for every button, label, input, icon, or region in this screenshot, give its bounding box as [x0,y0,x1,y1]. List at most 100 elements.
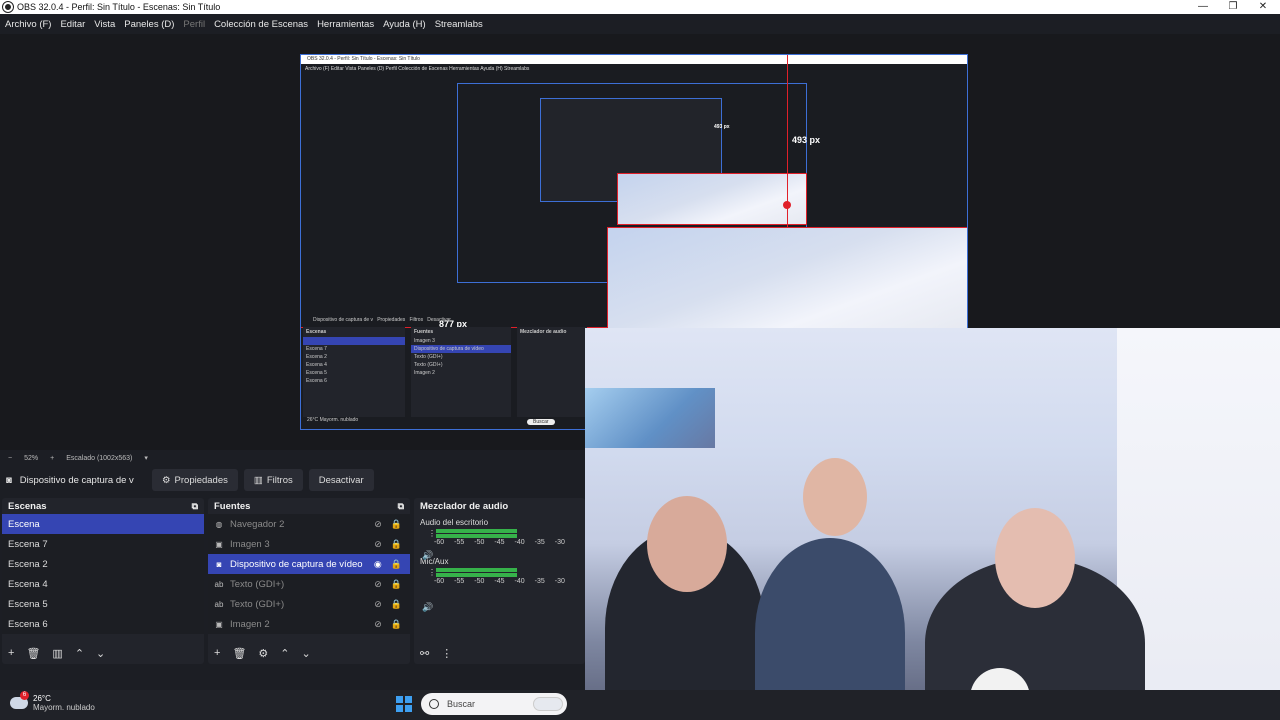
menu-ayuda[interactable]: Ayuda (H) [383,19,426,30]
eye-hidden-icon[interactable]: ⊘ [374,519,382,530]
scene-item[interactable]: Escena 4 [2,574,204,594]
notification-badge: 6 [20,691,29,700]
mixer-channel-name: Mic/Aux [420,557,449,566]
source-item[interactable]: ◙ Dispositivo de captura de vídeo ◉ 🔒 [208,554,410,574]
maximize-button[interactable]: ❐ [1218,0,1248,14]
lock-icon[interactable]: 🔒 [391,599,402,610]
eye-hidden-icon[interactable]: ⊘ [374,539,382,550]
scene-item[interactable]: Escena 2 [2,554,204,574]
filters-button[interactable]: ▥ Filtros [243,469,303,491]
move-up-icon[interactable]: ⌃ [280,647,289,660]
camera-icon: ◙ [6,474,12,486]
speaker-icon[interactable]: 🔊 [422,602,433,613]
source-item[interactable]: ab Texto (GDI+) ⊘ 🔒 [208,574,410,594]
menu-archivo[interactable]: Archivo (F) [5,19,51,30]
scene-item[interactable]: Escena 7 [2,534,204,554]
gear-icon[interactable]: ⚙ [258,647,268,660]
properties-button[interactable]: ⚙ Propiedades [152,469,238,491]
filter-icon: ▥ [253,474,263,486]
meter-ticks: -60 -55 -50 -45 -40 -35 -30 [434,578,565,585]
level-bar [436,568,517,572]
more-options-icon[interactable]: ⋮ [428,568,436,577]
level-bar [436,573,517,577]
shelf-image [585,388,715,448]
source-item[interactable]: ▣ Imagen 3 ⊘ 🔒 [208,534,410,554]
menu-perfil[interactable]: Perfil [183,19,205,30]
menu-herramientas[interactable]: Herramientas [317,19,374,30]
menu-vista[interactable]: Vista [94,19,115,30]
move-down-icon[interactable]: ⌄ [302,647,311,660]
filter-icon[interactable]: ▥ [52,647,62,660]
scenes-title: Escenas [8,500,47,512]
weather-desc: Mayorm. nublado [33,703,95,712]
webcam-source-bbox[interactable] [607,227,967,331]
image-icon: ▣ [215,539,223,549]
zoom-in-button[interactable]: + [50,455,54,462]
move-down-icon[interactable]: ⌄ [96,647,105,660]
lock-icon[interactable]: 🔒 [391,559,402,570]
volume-meter-mic: ⋮ -60 -55 -50 -45 -40 -35 -30 [428,566,585,592]
window-titlebar: OBS 32.0.4 - Perfil: Sin Título - Escena… [0,0,1280,14]
audio-mixer-dock: Mezclador de audio Audio del escritorio … [414,498,585,664]
vertical-measure-label: 493 px [792,135,821,145]
obs-logo-icon [2,1,14,13]
source-item[interactable]: ab Texto (GDI+) ⊘ 🔒 [208,594,410,614]
embedded-menubar: Archivo (F) Editar Vista Paneles (D) Per… [305,66,530,72]
eye-hidden-icon[interactable]: ⊘ [374,599,382,610]
scene-item[interactable]: Escena 6 [2,614,204,634]
window-title: OBS 32.0.4 - Perfil: Sin Título - Escena… [17,2,221,12]
eye-icon[interactable]: ◉ [374,559,382,570]
mixer-channel-name: Audio del escritorio [420,518,489,527]
taskbar-search[interactable]: Buscar [421,693,567,715]
camera-icon: ◙ [216,559,222,569]
add-source-button[interactable]: + [214,647,220,659]
nested-webcam-shot [617,173,807,225]
embedded-titlebar: OBS 32.0.4 - Perfil: Sin Título - Escena… [301,55,967,64]
lock-icon[interactable]: 🔒 [391,519,402,530]
lock-icon[interactable]: 🔒 [391,539,402,550]
zoom-out-button[interactable]: − [8,455,12,462]
mixer-toolbar: ⚯ ⋮ [414,644,585,662]
transform-handle[interactable] [783,201,791,209]
gear-icon: ⚙ [162,474,171,486]
dock-undock-icon[interactable]: ⧉ [398,501,404,512]
scene-item[interactable]: Escena 5 [2,594,204,614]
lock-icon[interactable]: 🔒 [391,619,402,630]
menu-paneles[interactable]: Paneles (D) [124,19,174,30]
trash-icon[interactable]: 🗑 [232,647,246,660]
scene-item[interactable]: Escena [2,514,204,534]
selected-source: ◙ Dispositivo de captura de v [6,475,146,486]
more-options-icon[interactable]: ⋮ [428,529,436,538]
search-icon [429,699,439,709]
status-bar [0,668,585,690]
speaker-icon[interactable]: 🔊 [422,550,433,561]
sources-toolbar: + 🗑 ⚙ ⌃ ⌄ [208,644,410,662]
eye-hidden-icon[interactable]: ⊘ [374,579,382,590]
move-up-icon[interactable]: ⌃ [75,647,84,660]
level-bar [436,534,517,538]
source-toolbar: ◙ Dispositivo de captura de v ⚙ Propieda… [0,466,585,494]
menu-coleccion-escenas[interactable]: Colección de Escenas [214,19,308,30]
add-scene-button[interactable]: + [8,647,14,659]
trash-icon[interactable]: 🗑 [26,647,40,660]
volume-meter-desktop: ⋮ -60 -55 -50 -45 -40 -35 -30 [428,527,585,553]
more-options-icon[interactable]: ⋮ [441,647,452,660]
lock-icon[interactable]: 🔒 [391,579,402,590]
mixer-title: Mezclador de audio [420,500,509,512]
weather-widget[interactable]: 6 26°C Mayorm. nublado [10,691,95,712]
menu-streamlabs[interactable]: Streamlabs [435,19,483,30]
sources-title: Fuentes [214,500,251,512]
taskbar: 6 26°C Mayorm. nublado Buscar [0,690,1280,720]
deactivate-button[interactable]: Desactivar [308,469,374,491]
nested-measure-label: 493 px [714,124,730,130]
windows-start-icon[interactable] [396,696,412,712]
menu-editar[interactable]: Editar [60,19,85,30]
eye-hidden-icon[interactable]: ⊘ [374,619,382,630]
source-item[interactable]: ▣ Imagen 2 ⊘ 🔒 [208,614,410,634]
dock-undock-icon[interactable]: ⧉ [192,501,198,512]
scaling-dropdown-icon[interactable]: ▾ [144,454,148,462]
close-button[interactable]: ✕ [1248,0,1278,14]
link-icon[interactable]: ⚯ [420,647,429,660]
source-item[interactable]: ◍ Navegador 2 ⊘ 🔒 [208,514,410,534]
minimize-button[interactable]: — [1188,0,1218,14]
